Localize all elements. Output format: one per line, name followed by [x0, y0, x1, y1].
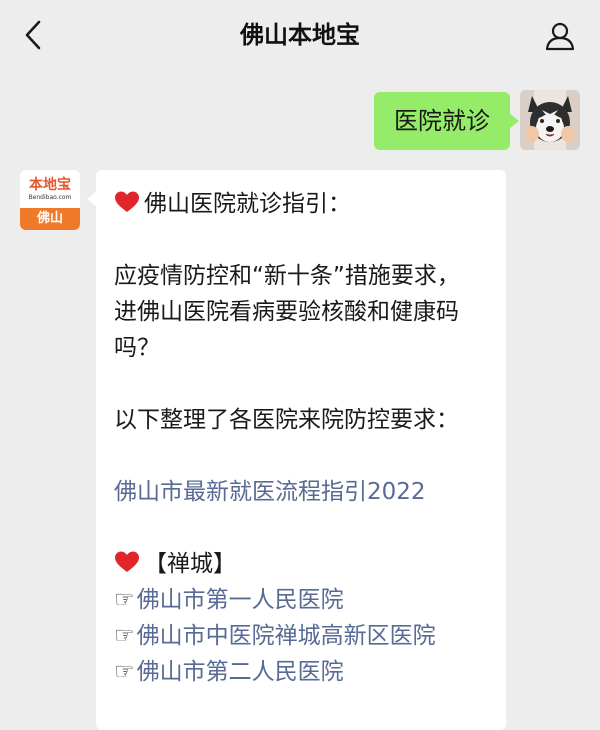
- bendibao-avatar[interactable]: 本地宝 Bendibao.com 佛山: [20, 170, 80, 230]
- intro-line: 进佛山医院看病要验核酸和健康码: [114, 299, 459, 325]
- top-bar: 佛山本地宝: [0, 0, 600, 70]
- pointing-hand-icon: ☞: [114, 659, 135, 685]
- heart-icon: [115, 551, 139, 572]
- person-icon: [545, 22, 575, 51]
- logo-subtitle: Bendibao.com: [28, 193, 72, 201]
- intro-line: 应疫情防控和“新十条”措施要求，: [114, 263, 460, 289]
- section-title: 【禅城】: [114, 546, 488, 582]
- user-avatar[interactable]: [520, 90, 580, 150]
- hospital-list-item[interactable]: ☞佛山市中医院禅城高新区医院: [114, 618, 488, 654]
- hospital-link[interactable]: 佛山市中医院禅城高新区医院: [137, 623, 436, 649]
- hospital-list-item[interactable]: ☞佛山市第一人民医院: [114, 582, 488, 618]
- page-title: 佛山本地宝: [240, 21, 360, 49]
- message-heading: 佛山医院就诊指引：: [114, 186, 488, 222]
- logo-name: 本地宝: [29, 176, 71, 193]
- hospital-list-item[interactable]: ☞佛山市第二人民医院: [114, 654, 488, 690]
- intro-line: 吗？: [114, 335, 160, 361]
- intro-paragraph: 应疫情防控和“新十条”措施要求， 进佛山医院看病要验核酸和健康码 吗？: [114, 258, 488, 366]
- logo-city-badge: 佛山: [20, 208, 80, 230]
- heart-icon: [115, 191, 139, 212]
- hospital-link[interactable]: 佛山市第一人民医院: [137, 587, 344, 613]
- outgoing-message-bubble[interactable]: 医院就诊: [374, 92, 519, 150]
- hospital-link[interactable]: 佛山市第二人民医院: [137, 659, 344, 685]
- heading-text: 佛山医院就诊指引：: [144, 191, 351, 217]
- guide-link[interactable]: 佛山市最新就医流程指引2022: [114, 474, 488, 510]
- pointing-hand-icon: ☞: [114, 587, 135, 613]
- summary-text: 以下整理了各医院来院防控要求：: [114, 407, 459, 433]
- bendibao-logo: 本地宝 Bendibao.com: [20, 170, 80, 208]
- pointing-hand-icon: ☞: [114, 623, 135, 649]
- husky-dog-avatar-image: [520, 90, 580, 150]
- section-title-text: 【禅城】: [144, 551, 236, 577]
- incoming-message-bubble: 佛山医院就诊指引： 应疫情防控和“新十条”措施要求， 进佛山医院看病要验核酸和健…: [87, 170, 506, 730]
- profile-button[interactable]: [542, 18, 578, 54]
